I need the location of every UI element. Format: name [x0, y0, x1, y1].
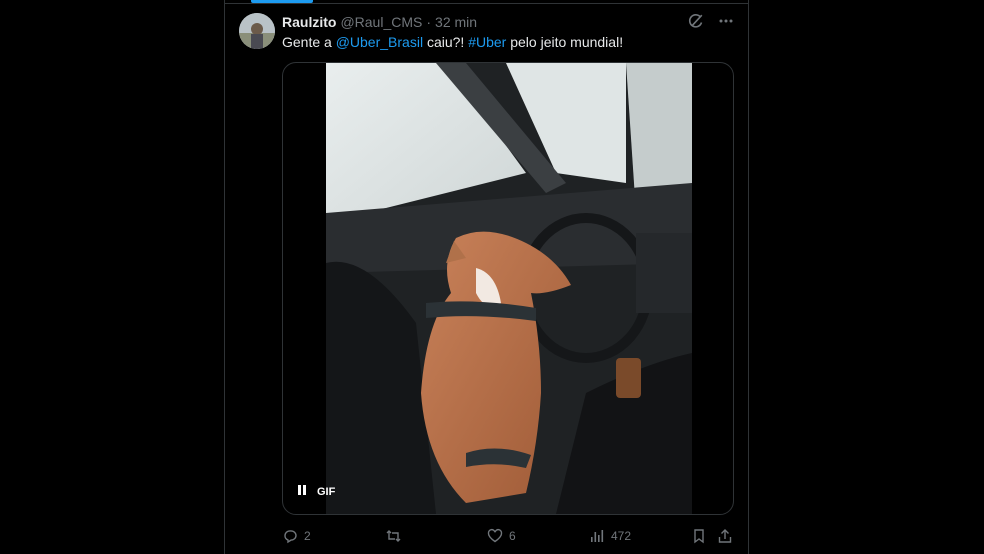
tweet-text: Gente a @Uber_Brasil caiu?! #Uber pelo j… [282, 33, 623, 51]
mention-link[interactable]: @Uber_Brasil [336, 34, 423, 50]
repost-icon [385, 528, 402, 544]
gif-frame[interactable] [326, 63, 692, 514]
hashtag-link[interactable]: #Uber [468, 34, 506, 50]
bookmark-icon [691, 528, 707, 544]
media-gif[interactable]: GIF [282, 62, 734, 515]
timestamp[interactable]: 32 min [435, 14, 477, 30]
user-handle[interactable]: @Raul_CMS [340, 14, 422, 30]
avatar[interactable] [239, 13, 275, 49]
like-count: 6 [509, 529, 516, 543]
tweet-text-part: caiu?! [423, 34, 469, 50]
views-count: 472 [611, 529, 632, 543]
reply-icon [282, 528, 298, 544]
reply-count: 2 [304, 529, 311, 543]
gif-badge: GIF [317, 485, 336, 498]
views-icon [589, 528, 605, 544]
tweet-text-part: Gente a [282, 34, 336, 50]
tweet-text-part: pelo jeito mundial! [506, 34, 624, 50]
divider [225, 3, 748, 4]
views-button[interactable]: 472 [589, 527, 631, 545]
separator-dot: · [426, 14, 432, 30]
more-icon[interactable] [718, 13, 734, 29]
display-name[interactable]: Raulzito [282, 14, 336, 30]
like-button[interactable]: 6 [487, 527, 516, 545]
like-icon [487, 528, 503, 544]
tweet-timeline-column: Raulzito @Raul_CMS · 32 min Gente a @Ube… [224, 0, 749, 554]
header-actions [688, 13, 734, 29]
gif-controls: GIF [297, 485, 335, 498]
share-icon [717, 528, 733, 544]
tweet-header: Raulzito @Raul_CMS · 32 min [282, 13, 477, 31]
repost-button[interactable] [385, 527, 408, 545]
reply-button[interactable]: 2 [282, 527, 311, 545]
action-bar: 2 6 472 [282, 527, 736, 545]
grok-icon[interactable] [688, 13, 704, 29]
pause-icon[interactable] [297, 485, 307, 498]
bookmark-button[interactable] [691, 527, 707, 545]
share-button[interactable] [717, 527, 733, 545]
